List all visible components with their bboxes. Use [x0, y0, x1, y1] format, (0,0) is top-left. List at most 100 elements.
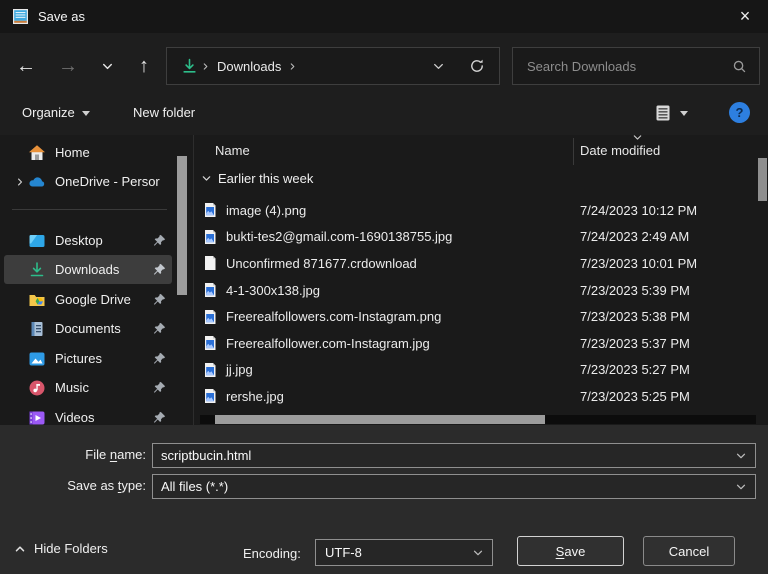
- new-folder-button[interactable]: New folder: [133, 90, 195, 135]
- back-button[interactable]: ←: [10, 50, 42, 82]
- table-row[interactable]: Freerealfollowers.com-Instagram.png 7/23…: [194, 303, 768, 330]
- sidebar-section-divider: [12, 209, 167, 210]
- chevron-down-icon[interactable]: [472, 547, 484, 559]
- file-list-vertical-scrollbar[interactable]: [758, 158, 767, 201]
- file-rows: image (4).png 7/24/2023 10:12 PM bukti-t…: [194, 197, 768, 410]
- column-header-name[interactable]: Name: [215, 143, 250, 158]
- google-drive-icon: [28, 291, 46, 309]
- sidebar-item-label: OneDrive - Persor: [55, 174, 172, 189]
- refresh-icon[interactable]: [469, 58, 485, 74]
- window-title: Save as: [38, 9, 85, 24]
- sidebar-item-label: Music: [55, 380, 152, 395]
- desktop-icon: [28, 232, 46, 250]
- downloads-location-icon: [181, 58, 198, 75]
- pin-icon: [152, 322, 166, 336]
- search-input[interactable]: Search Downloads: [512, 47, 760, 85]
- table-row[interactable]: bukti-tes2@gmail.com-1690138755.jpg 7/24…: [194, 224, 768, 251]
- pin-icon: [152, 352, 166, 366]
- hide-folders-button[interactable]: Hide Folders: [14, 541, 108, 556]
- table-row[interactable]: rershe.jpg 7/23/2023 5:25 PM: [194, 383, 768, 410]
- chevron-right-icon[interactable]: [12, 177, 28, 187]
- bottom-panel: File name: scriptbucin.html Save as type…: [0, 425, 768, 574]
- command-toolbar: Organize New folder ?: [0, 90, 768, 135]
- image-file-icon: [202, 229, 218, 245]
- group-header[interactable]: Earlier this week: [201, 171, 313, 186]
- pin-icon: [152, 263, 166, 277]
- file-name-value: scriptbucin.html: [161, 448, 251, 463]
- column-separator[interactable]: [573, 138, 574, 165]
- encoding-select[interactable]: UTF-8: [315, 539, 493, 566]
- close-button[interactable]: ×: [722, 0, 768, 33]
- pin-icon: [152, 293, 166, 307]
- search-placeholder: Search Downloads: [527, 59, 732, 74]
- up-button[interactable]: ↑: [128, 50, 160, 82]
- file-icon: [202, 255, 218, 271]
- sidebar-scrollbar[interactable]: [177, 156, 187, 295]
- table-row[interactable]: Freerealfollower.com-Instagram.jpg 7/23/…: [194, 330, 768, 357]
- breadcrumb-chevron-icon[interactable]: [288, 62, 297, 71]
- sidebar-item-label: Videos: [55, 410, 152, 425]
- sidebar-item-label: Documents: [55, 321, 152, 336]
- titlebar: Save as ×: [0, 0, 768, 33]
- new-folder-label: New folder: [133, 105, 195, 120]
- breadcrumb-downloads[interactable]: Downloads: [217, 59, 281, 74]
- table-row[interactable]: image (4).png 7/24/2023 10:12 PM: [194, 197, 768, 224]
- address-bar[interactable]: Downloads: [166, 47, 500, 85]
- encoding-value: UTF-8: [325, 545, 362, 560]
- help-button[interactable]: ?: [729, 90, 750, 135]
- sidebar-item-google-drive[interactable]: Google Drive: [4, 285, 172, 314]
- image-file-icon: [202, 362, 218, 378]
- table-row[interactable]: Unconfirmed 871677.crdownload 7/23/2023 …: [194, 250, 768, 277]
- downloads-icon: [28, 261, 46, 279]
- navigation-bar: ← → ↑ Downloads: [0, 33, 768, 90]
- table-row[interactable]: 4-1-300x138.jpg 7/23/2023 5:39 PM: [194, 277, 768, 304]
- file-list-horizontal-scrollbar[interactable]: [200, 415, 756, 424]
- save-as-type-label: Save as type:: [0, 478, 146, 493]
- chevron-down-icon[interactable]: [735, 450, 747, 462]
- sidebar-item-pictures[interactable]: Pictures: [4, 344, 172, 373]
- main-area: Home OneDrive - Persor: [0, 135, 768, 425]
- image-file-icon: [202, 282, 218, 298]
- sidebar-item-label: Google Drive: [55, 292, 152, 307]
- table-row[interactable]: jj.jpg 7/23/2023 5:27 PM: [194, 357, 768, 384]
- address-dropdown-icon[interactable]: [432, 60, 445, 73]
- organize-button[interactable]: Organize: [22, 90, 90, 135]
- pin-icon: [152, 381, 166, 395]
- sidebar-item-desktop[interactable]: Desktop: [4, 226, 172, 255]
- image-file-icon: [202, 309, 218, 325]
- organize-label: Organize: [22, 105, 75, 120]
- sidebar-item-home[interactable]: Home: [4, 138, 172, 167]
- cancel-button[interactable]: Cancel: [643, 536, 735, 566]
- sidebar-item-music[interactable]: Music: [4, 373, 172, 402]
- save-button[interactable]: Save: [517, 536, 624, 566]
- column-header-date-modified[interactable]: Date modified: [580, 143, 660, 158]
- chevron-down-icon: [201, 173, 212, 184]
- pin-icon: [152, 411, 166, 425]
- sidebar-item-onedrive[interactable]: OneDrive - Persor: [4, 167, 172, 196]
- recent-locations-icon[interactable]: [91, 50, 123, 82]
- help-icon: ?: [729, 102, 750, 123]
- breadcrumb-chevron-icon: [201, 62, 210, 71]
- list-view-icon: [653, 103, 673, 123]
- save-as-type-select[interactable]: All files (*.*): [152, 474, 756, 499]
- file-name-input[interactable]: scriptbucin.html: [152, 443, 756, 468]
- sidebar-item-label: Desktop: [55, 233, 152, 248]
- sidebar-item-label: Pictures: [55, 351, 152, 366]
- sidebar-item-downloads[interactable]: Downloads: [4, 255, 172, 284]
- image-file-icon: [202, 202, 218, 218]
- sidebar-item-videos[interactable]: Videos: [4, 403, 172, 425]
- onedrive-cloud-icon: [28, 173, 46, 191]
- hide-folders-label: Hide Folders: [34, 541, 108, 556]
- image-file-icon: [202, 388, 218, 404]
- save-as-dialog: Save as × ← → ↑ Downloads: [0, 0, 768, 574]
- chevron-down-icon[interactable]: [735, 481, 747, 493]
- group-label: Earlier this week: [218, 171, 313, 186]
- view-mode-button[interactable]: [653, 90, 688, 135]
- image-file-icon: [202, 335, 218, 351]
- sort-indicator-icon: [632, 132, 643, 143]
- horizontal-scrollbar-thumb[interactable]: [215, 415, 545, 424]
- videos-icon: [28, 409, 46, 426]
- home-icon: [28, 144, 46, 162]
- sidebar-item-documents[interactable]: Documents: [4, 314, 172, 343]
- forward-button[interactable]: →: [52, 50, 84, 82]
